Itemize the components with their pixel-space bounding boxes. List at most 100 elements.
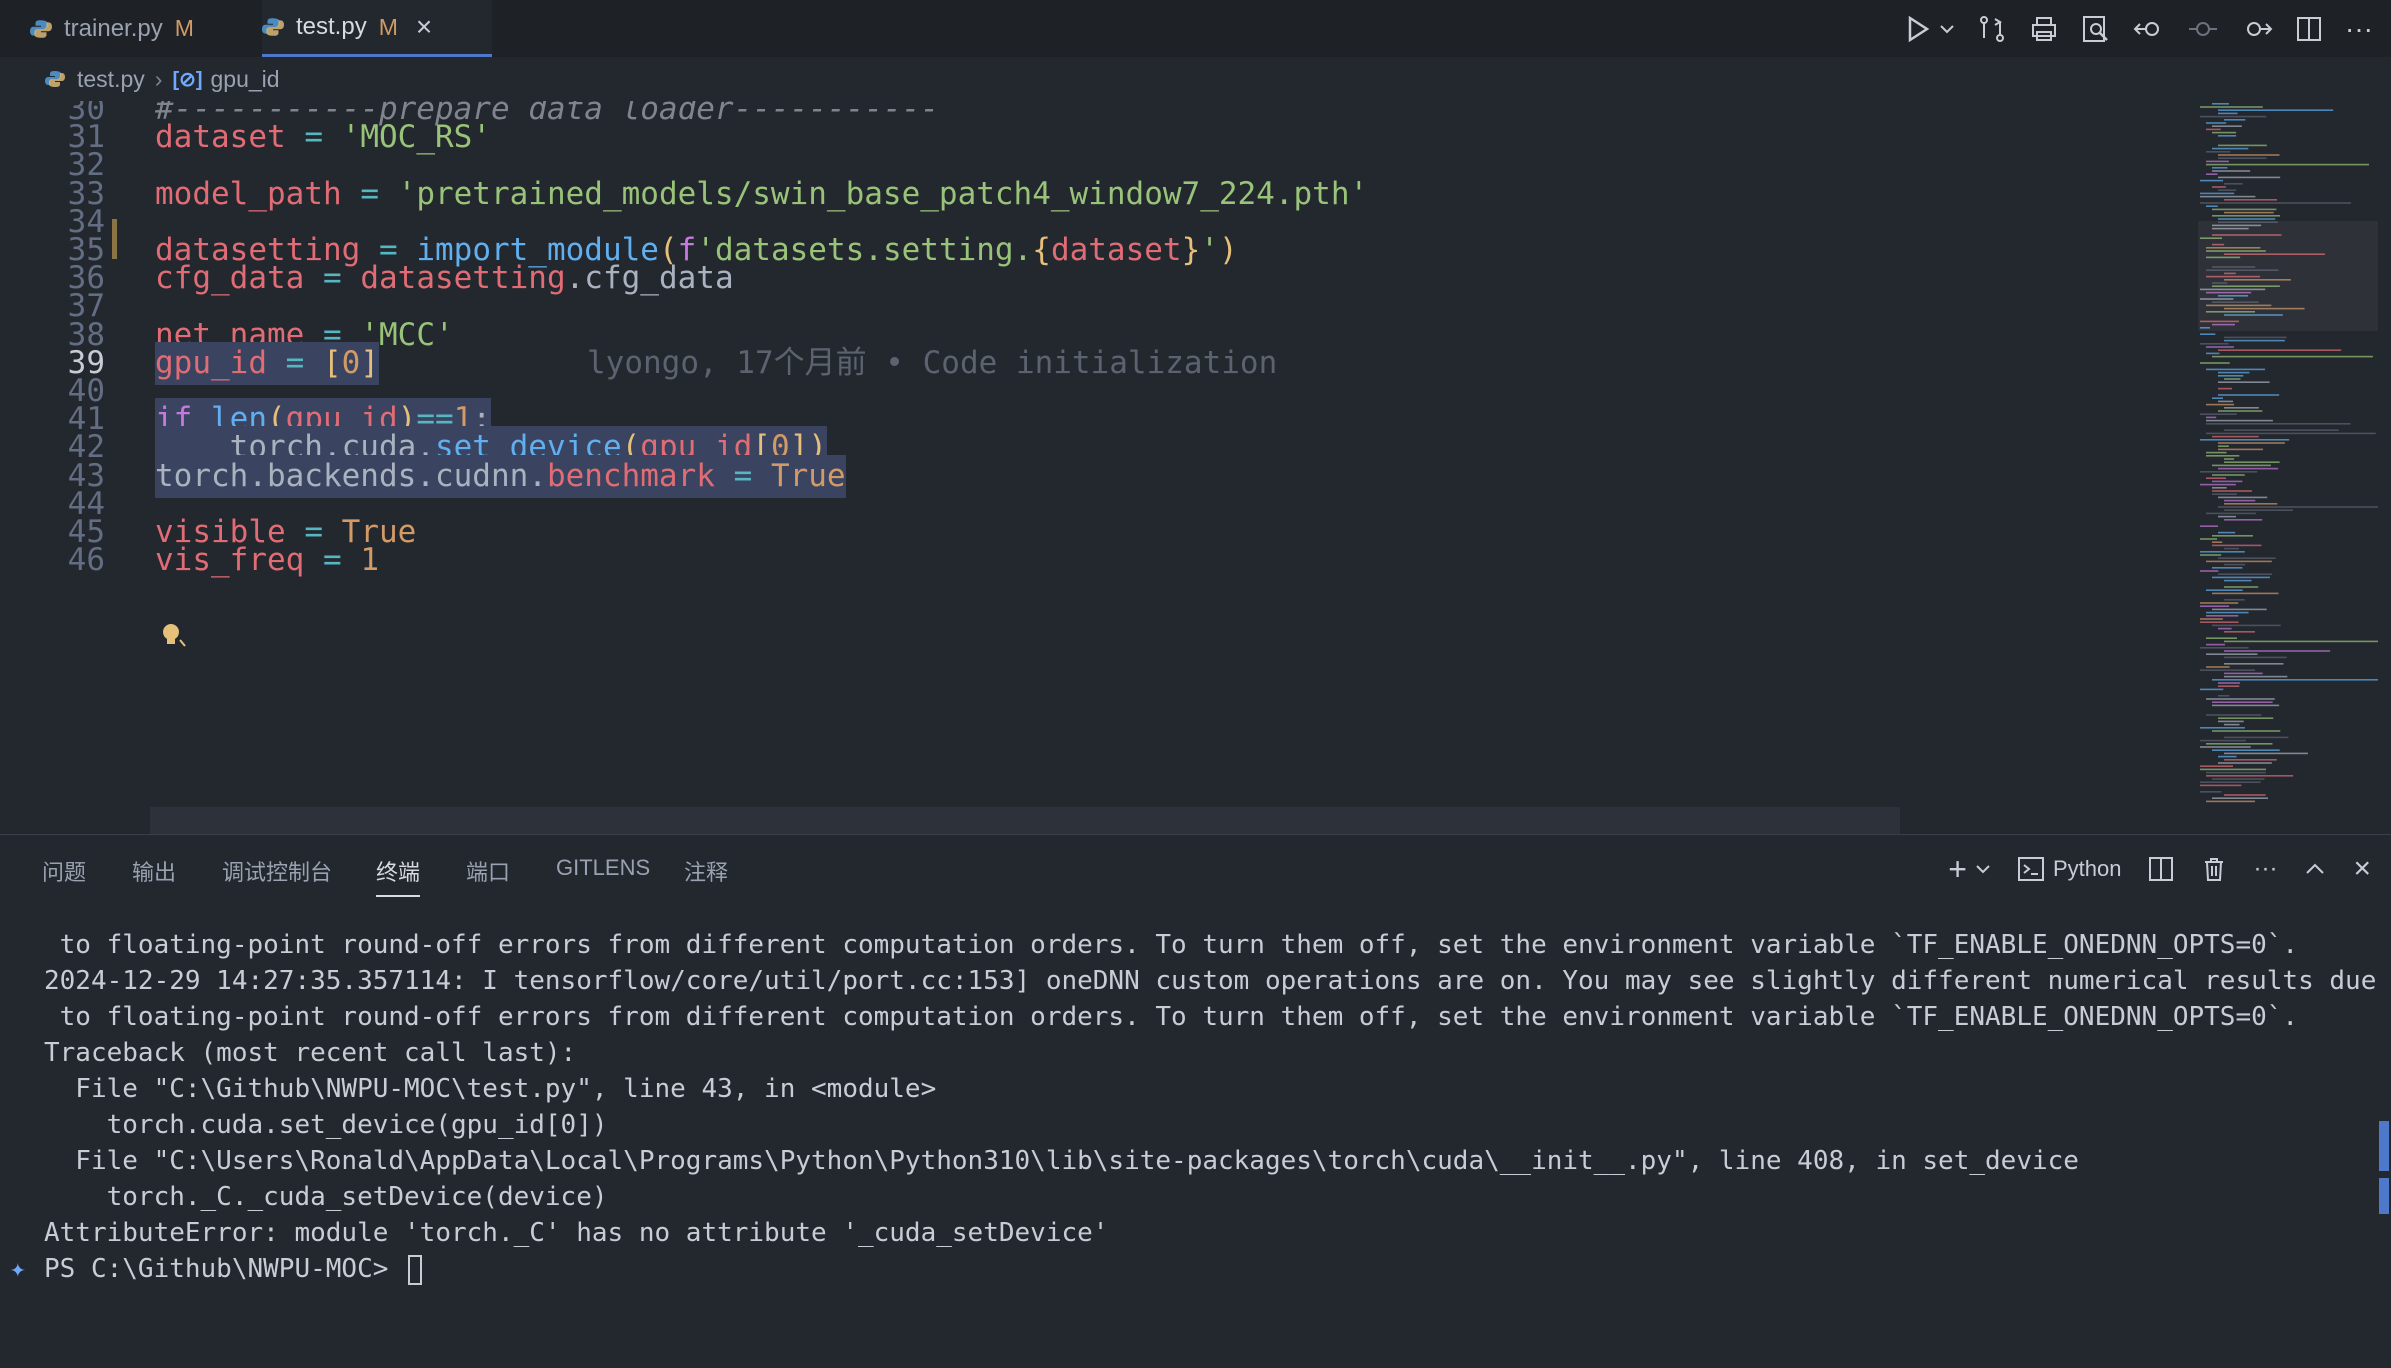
minimap-line [2224,672,2263,675]
editor-tab-bar: trainer.py M test.py M × ··· [0,0,2391,57]
minimap-line [2218,375,2244,377]
maximize-panel-icon[interactable] [2303,857,2327,881]
terminal-line: 2024-12-29 14:27:35.357114: I tensorflow… [44,966,2377,996]
terminal-output[interactable]: to floating-point round-off errors from … [0,927,2380,1357]
minimap-line [2200,602,2239,604]
minimap-line [2206,714,2262,716]
minimap-line [2206,653,2258,655]
minimap-line [2212,125,2242,127]
tab-comments[interactable]: 注释 [684,855,728,887]
minimap-line [2206,205,2218,207]
tab-output[interactable]: 输出 [132,855,176,887]
terminal-line: Traceback (most recent call last): [44,1038,577,1068]
modified-badge: M [378,13,398,40]
terminal-shell-selector[interactable]: Python [2017,856,2121,882]
tab-label: test.py [296,13,367,40]
minimap-line [2200,483,2236,486]
minimap-line [2218,717,2274,719]
tab-ports[interactable]: 端口 [466,855,510,887]
terminal-line: AttributeError: module 'torch._C' has no… [44,1218,1109,1248]
go-back-icon[interactable] [2133,14,2165,44]
close-panel-icon[interactable]: × [2353,852,2371,886]
minimap-line [2200,781,2261,783]
minimap-line [2212,167,2228,169]
code-editor[interactable]: 30 #-----------prepare data loader-------… [0,101,2391,834]
minimap-line [2218,394,2280,396]
minimap[interactable] [2198,101,2378,834]
editor-actions: ··· [1905,0,2373,57]
tab-terminal[interactable]: 终端 [376,855,421,897]
minimap-line [2200,333,2216,335]
chevron-down-icon[interactable] [1939,15,1955,43]
go-forward-icon[interactable] [2241,14,2273,44]
minimap-line [2212,778,2265,780]
timeline-icon[interactable] [2187,14,2219,44]
minimap-line [2224,119,2246,121]
python-file-icon [30,19,52,38]
minimap-line [2212,490,2253,492]
minimap-line [2212,474,2245,476]
minimap-line [2224,211,2274,214]
bottom-panel: 问题 输出 调试控制台 终端 端口 GITLENS 注释 + Python ··… [0,834,2391,1368]
code-token: 1 [360,542,379,579]
tab-test-py[interactable]: test.py M × [262,0,492,57]
modified-line-marker [112,219,117,259]
minimap-line [2200,727,2245,729]
tab-problems[interactable]: 问题 [42,855,86,887]
split-editor-icon[interactable] [2295,15,2323,43]
run-icon[interactable] [1905,15,1931,43]
minimap-line [2212,435,2259,438]
minimap-line [2212,493,2237,495]
trash-icon[interactable] [2201,855,2227,883]
tab-debug-console[interactable]: 调试控制台 [222,855,332,887]
split-terminal-icon[interactable] [2147,855,2175,883]
terminal-line: to floating-point round-off errors from … [44,1002,2299,1032]
minimap-line [2224,503,2278,505]
minimap-line [2224,461,2280,463]
minimap-line [2224,407,2259,409]
tab-trainer-py[interactable]: trainer.py M [30,0,240,57]
terminal-scroll-marker [2379,1121,2389,1171]
minimap-line [2218,573,2273,575]
new-terminal-icon[interactable]: + [1948,851,1967,888]
minimap-line [2218,410,2263,412]
terminal-line: torch.cuda.set_device(gpu_id[0]) [44,1110,608,1140]
minimap-line [2218,506,2378,508]
chevron-down-icon[interactable] [1975,859,1991,879]
more-actions-icon[interactable]: ··· [2345,13,2373,45]
minimap-line [2200,471,2258,473]
minimap-line [2200,739,2246,742]
minimap-line [2212,355,2373,358]
code-line[interactable]: 46 vis_freq = 1 [0,539,2200,582]
minimap-line [2212,464,2271,467]
minimap-line [2200,784,2242,787]
minimap-slider[interactable] [2198,221,2378,331]
terminal-cursor [408,1254,423,1285]
terminal-prompt[interactable]: PS C:\Github\NWPU-MOC> [44,1251,423,1287]
compare-changes-icon[interactable] [1977,14,2007,44]
print-icon[interactable] [2029,14,2059,44]
horizontal-scrollbar[interactable] [150,807,1900,834]
minimap-line [2206,455,2240,457]
lightbulb-icon[interactable] [158,620,188,650]
minimap-line [2212,749,2280,751]
breadcrumb-file[interactable]: test.py [77,66,145,93]
breadcrumb-symbol[interactable]: gpu_id [211,66,280,93]
tab-label: trainer.py [64,14,163,42]
minimap-line [2218,496,2268,499]
search-preview-icon[interactable] [2081,14,2111,44]
tab-gitlens[interactable]: GITLENS [556,855,650,881]
minimap-line [2224,599,2245,601]
more-actions-icon[interactable]: ··· [2253,855,2277,883]
close-tab-icon[interactable]: × [416,11,432,43]
minimap-line [2212,480,2243,483]
terminal-line: to floating-point round-off errors from … [44,930,2299,960]
minimap-line [2206,512,2256,515]
breadcrumb: test.py › [⊘] gpu_id [0,57,2391,101]
minimap-line [2206,643,2225,646]
minimap-line [2218,157,2267,159]
minimap-line [2212,544,2262,547]
minimap-line [2206,451,2227,454]
minimap-line [2218,189,2237,191]
